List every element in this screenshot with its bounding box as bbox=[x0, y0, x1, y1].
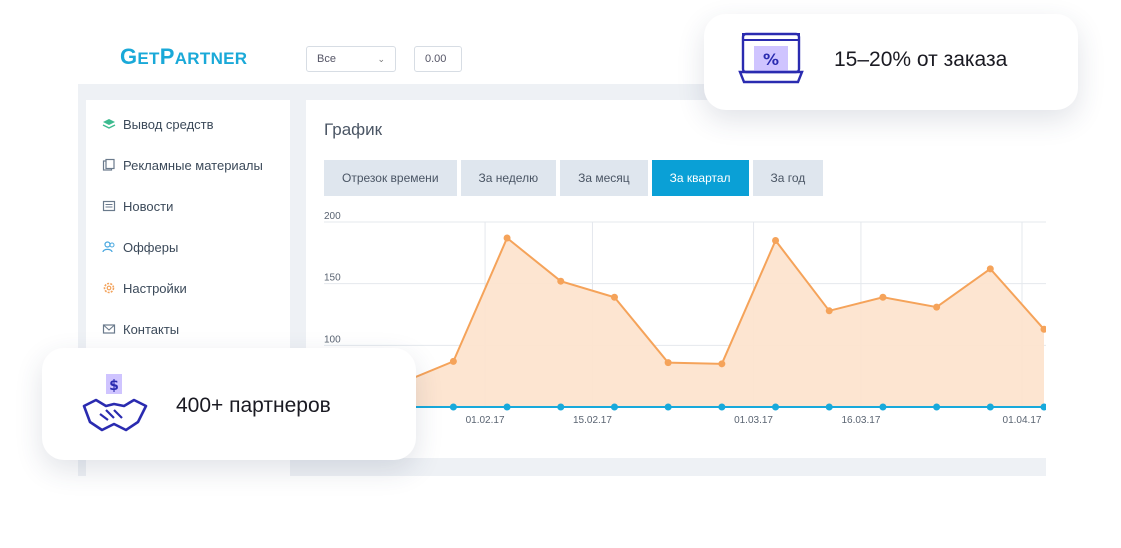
mail-icon bbox=[102, 322, 116, 336]
area-fill bbox=[346, 238, 1044, 407]
data-point bbox=[503, 234, 511, 242]
partners-card: $ 400+ партнеров bbox=[42, 348, 416, 460]
x-tick-label: 01.02.17 bbox=[466, 415, 505, 426]
sidebar-item-offers[interactable]: Офферы bbox=[102, 237, 178, 257]
x-tick-label: 16.03.17 bbox=[841, 415, 880, 426]
data-point bbox=[610, 293, 618, 301]
x-tick-label: 01.04.17 bbox=[1003, 415, 1042, 426]
gear-icon bbox=[102, 281, 116, 295]
commission-card: % 15–20% от заказа bbox=[704, 14, 1078, 110]
chart: 200 150 100 01.02.17 15.02.17 01.03.17 16.03.1… bbox=[324, 211, 1046, 426]
data-point bbox=[879, 293, 887, 301]
tab-month[interactable]: За месяц bbox=[560, 160, 648, 196]
data-point bbox=[986, 403, 994, 411]
sidebar-item-label: Контакты bbox=[123, 321, 180, 337]
sidebar-item-label: Рекламные материалы bbox=[123, 157, 263, 173]
logo[interactable]: GETPARTNER bbox=[120, 44, 247, 70]
data-point bbox=[664, 359, 672, 367]
sidebar-item-settings[interactable]: Настройки bbox=[102, 278, 187, 298]
logo-letter-p: P bbox=[159, 44, 175, 69]
sidebar-item-label: Новости bbox=[123, 198, 174, 214]
chevron-down-icon: ⌄ bbox=[377, 54, 385, 64]
logo-letter-g: G bbox=[120, 44, 138, 69]
y-tick-label: 150 bbox=[324, 273, 341, 284]
sidebar-item-label: Вывод средств bbox=[123, 116, 214, 132]
sidebar-item-promo[interactable]: Рекламные материалы bbox=[102, 155, 263, 175]
tab-quarter[interactable]: За квартал bbox=[651, 160, 749, 196]
data-point bbox=[610, 403, 618, 411]
y-tick-label: 100 bbox=[324, 334, 341, 345]
commission-text: 15–20% от заказа bbox=[834, 48, 1008, 71]
sidebar-item-contacts[interactable]: Контакты bbox=[102, 319, 179, 339]
data-point bbox=[557, 403, 565, 411]
filter-select[interactable]: Все ⌄ bbox=[306, 46, 396, 72]
x-tick-label: 01.03.17 bbox=[734, 415, 773, 426]
data-point bbox=[718, 403, 726, 411]
sidebar-item-label: Настройки bbox=[123, 280, 187, 296]
amount-field[interactable]: 0.00 bbox=[414, 46, 462, 72]
logo-text-et: ET bbox=[137, 49, 160, 68]
data-point bbox=[449, 403, 457, 411]
data-point bbox=[825, 307, 833, 315]
data-point bbox=[933, 303, 941, 311]
layers-icon bbox=[102, 117, 116, 131]
data-point bbox=[664, 403, 672, 411]
sidebar-item-label: Офферы bbox=[123, 239, 179, 255]
partners-text: 400+ партнеров bbox=[176, 394, 331, 417]
data-point bbox=[449, 357, 457, 365]
dollar-symbol: $ bbox=[109, 378, 119, 394]
folders-icon bbox=[102, 158, 116, 172]
filter-select-value: Все bbox=[317, 53, 336, 65]
users-icon bbox=[102, 240, 116, 254]
data-point bbox=[825, 403, 833, 411]
tab-week[interactable]: За неделю bbox=[460, 160, 557, 196]
sidebar-item-news[interactable]: Новости bbox=[102, 196, 173, 216]
period-tabs: Отрезок времени За неделю За месяц За кв… bbox=[324, 160, 824, 196]
data-point bbox=[772, 237, 780, 244]
amount-value: 0.00 bbox=[425, 53, 447, 65]
data-point bbox=[879, 403, 887, 411]
handshake-icon: $ bbox=[82, 374, 148, 432]
data-point bbox=[772, 403, 780, 411]
tab-year[interactable]: За год bbox=[752, 160, 824, 196]
data-point bbox=[718, 360, 726, 368]
y-tick-label: 200 bbox=[324, 211, 341, 222]
data-point bbox=[986, 265, 994, 273]
data-point bbox=[933, 403, 941, 411]
data-point bbox=[503, 403, 511, 411]
page-title: График bbox=[324, 120, 383, 139]
tab-time-range[interactable]: Отрезок времени bbox=[324, 160, 457, 196]
newspaper-icon bbox=[102, 199, 116, 213]
data-point bbox=[557, 277, 565, 285]
x-tick-label: 15.02.17 bbox=[573, 415, 612, 426]
laptop-percent-icon: % bbox=[738, 32, 804, 84]
logo-text-artner: ARTNER bbox=[174, 49, 248, 68]
sidebar-item-withdrawal[interactable]: Вывод средств bbox=[102, 114, 214, 134]
percent-symbol: % bbox=[763, 50, 779, 69]
